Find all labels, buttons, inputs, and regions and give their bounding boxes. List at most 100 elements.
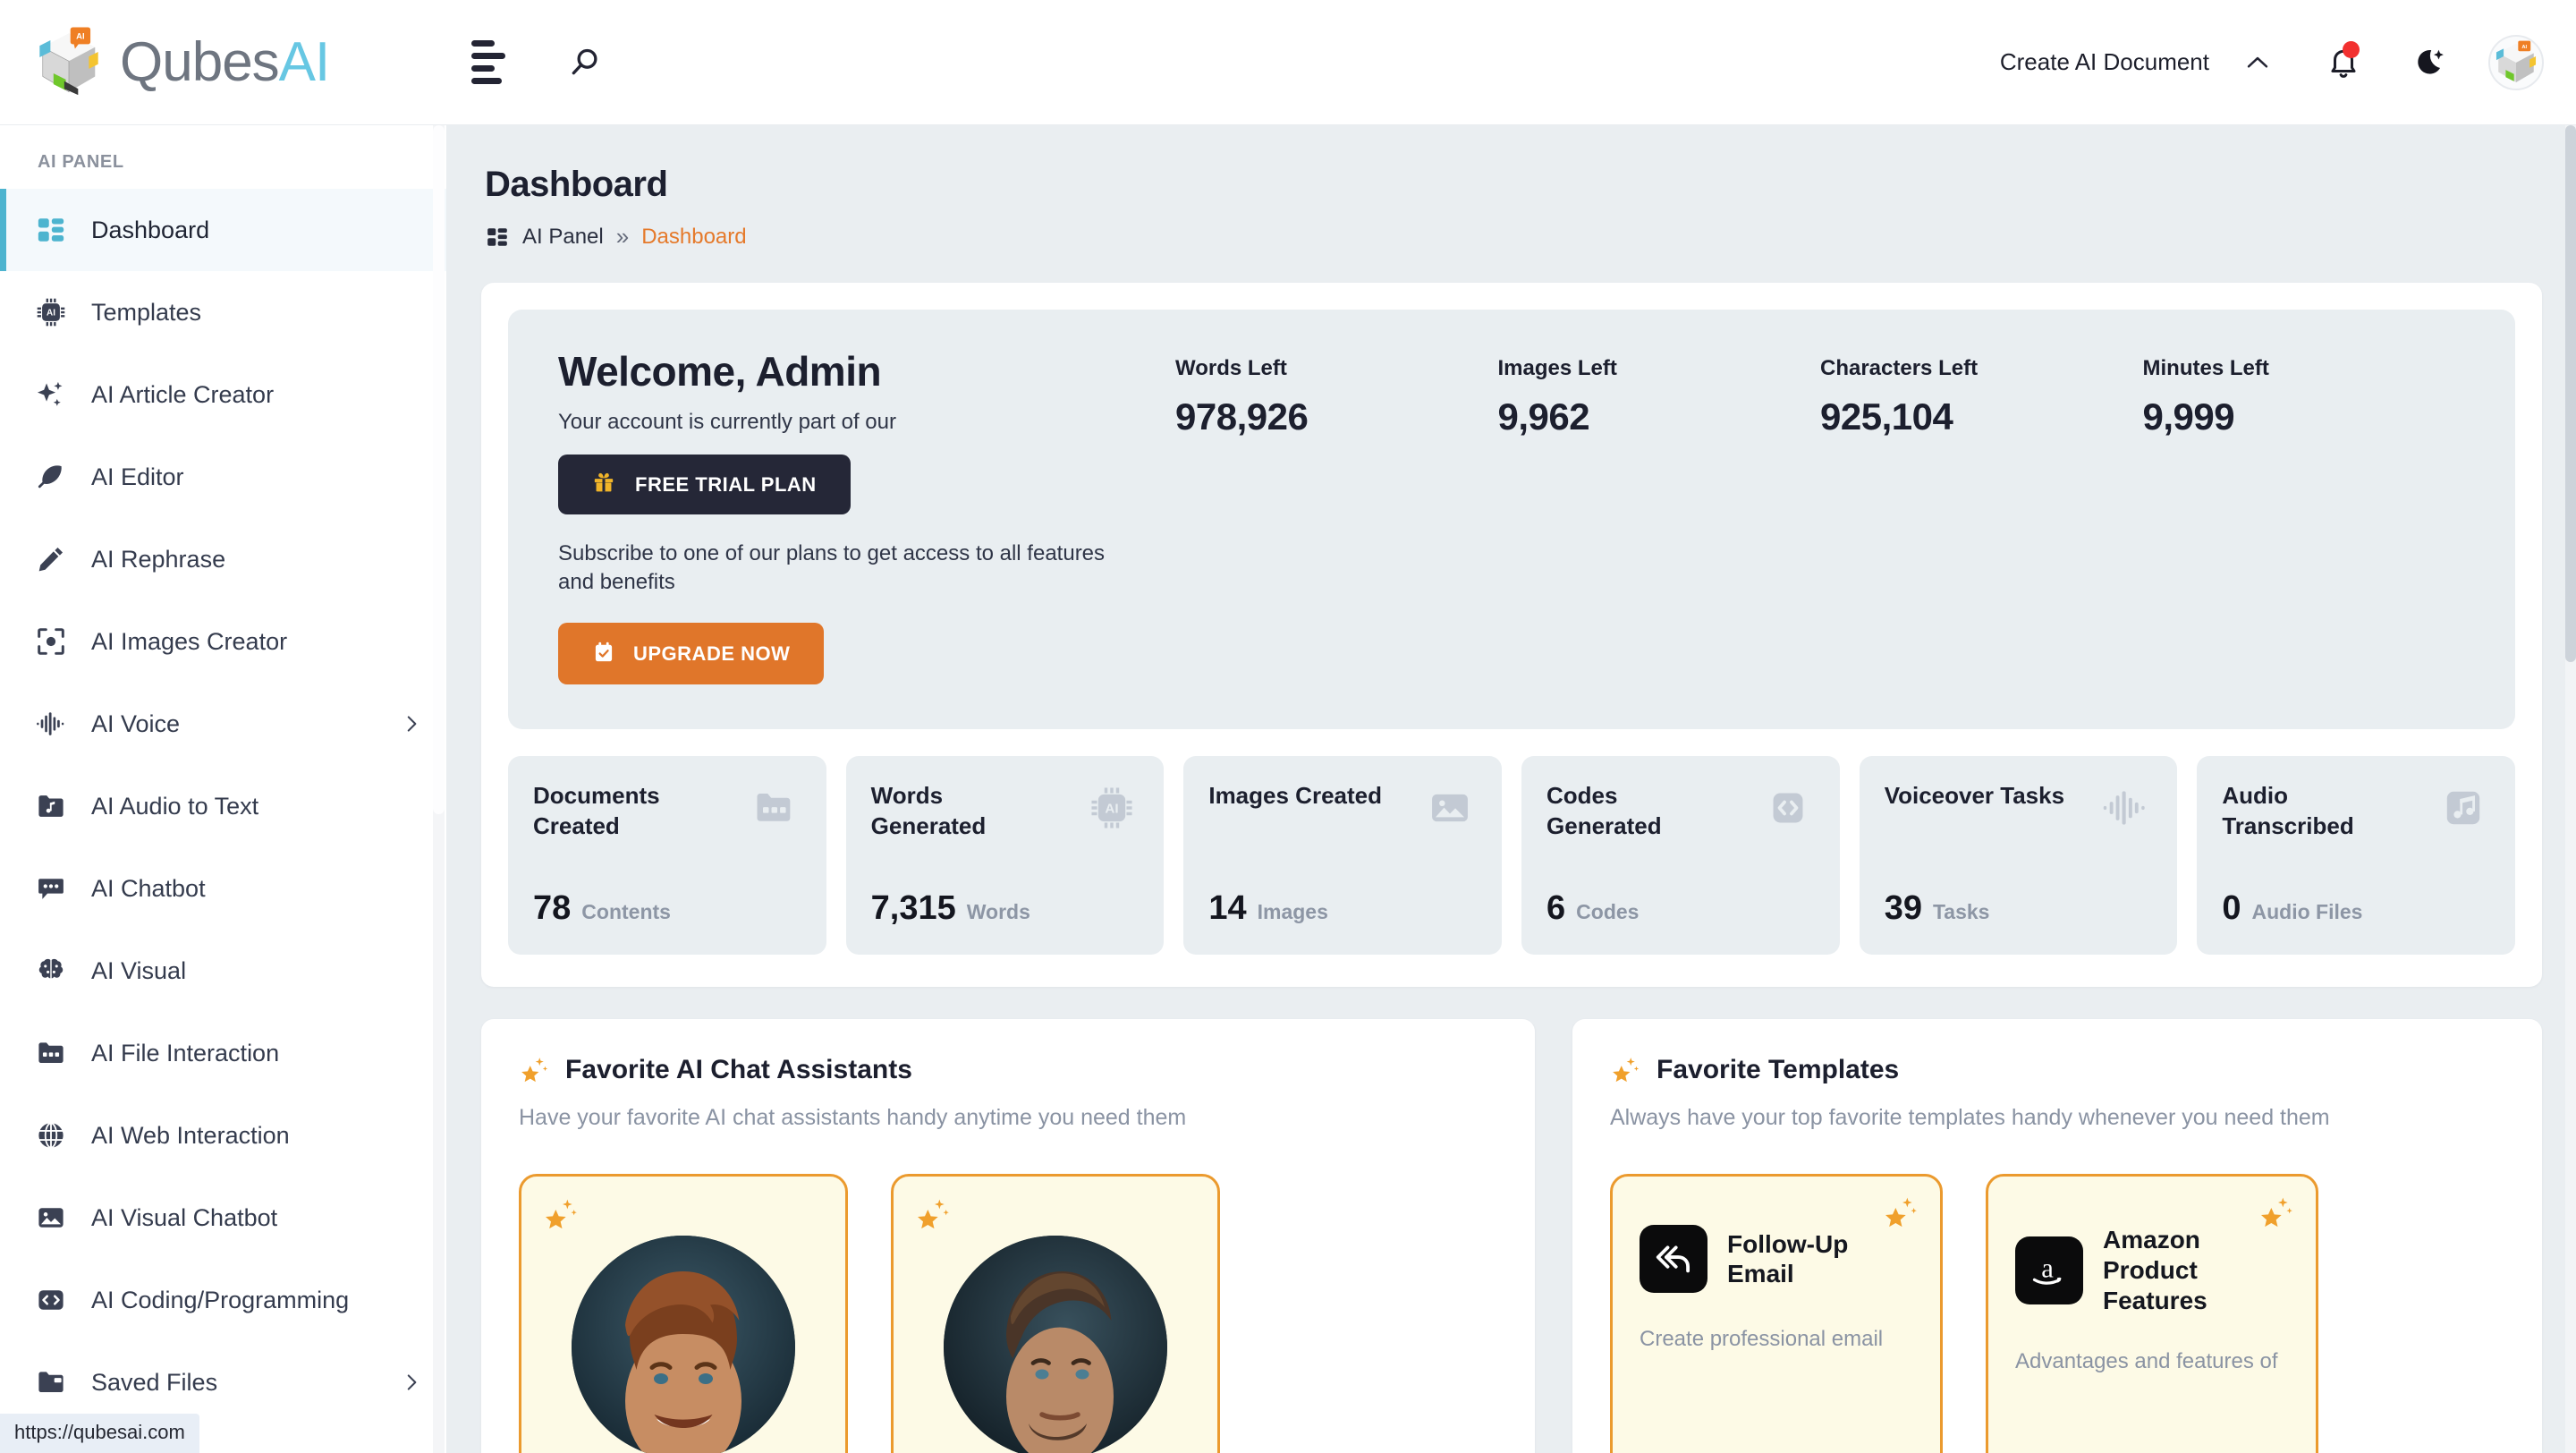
notifications-button[interactable] — [2301, 36, 2386, 89]
metric-name: Images Created — [1208, 782, 1382, 810]
brand-logo[interactable]: AI QubesAI — [0, 24, 447, 101]
assistant-card[interactable] — [519, 1174, 848, 1453]
metric-unit: Words — [966, 900, 1030, 924]
brand-name: QubesAI — [120, 34, 330, 90]
sidebar-item-ai-web-interaction[interactable]: AI Web Interaction — [0, 1094, 446, 1177]
sidebar-item-label: AI Chatbot — [91, 874, 206, 902]
create-ai-document-button[interactable]: Create AI Document — [1995, 48, 2215, 76]
template-name: Amazon Product Features — [2103, 1226, 2207, 1314]
sidebar-item-label: AI Audio to Text — [91, 792, 259, 820]
welcome-title: Welcome, Admin — [558, 348, 882, 395]
metric-card-documents-created[interactable]: Documents Created 78 Contents — [508, 756, 826, 956]
breadcrumb-root[interactable]: AI Panel — [522, 225, 604, 250]
favorite-templates-description: Always have your top favorite templates … — [1610, 1105, 2330, 1131]
metric-unit: Tasks — [1932, 900, 1990, 924]
quota-stat: Words Left 978,926 — [1175, 356, 1498, 438]
qubes-cube-logo: AI — [30, 24, 107, 101]
metric-card-words-generated[interactable]: Words Generated AI 7,315 Words — [845, 756, 1165, 956]
star-sparkle-icon — [915, 1196, 951, 1232]
chevron-up-icon[interactable] — [2215, 36, 2301, 89]
image-icon — [34, 1201, 68, 1235]
sidebar-item-label: AI Visual Chatbot — [91, 1203, 278, 1231]
metric-unit: Audio Files — [2251, 900, 2363, 924]
quota-stats: Words Left 978,926 Images Left 9,962 Cha… — [1175, 347, 2465, 438]
chevron-right-icon — [400, 1371, 423, 1394]
feather-icon — [34, 460, 68, 494]
svg-text:AI: AI — [2521, 44, 2527, 49]
user-avatar[interactable]: AI — [2488, 34, 2544, 90]
main-scrollbar[interactable] — [2565, 125, 2576, 1453]
sidebar-item-ai-editor[interactable]: AI Editor — [0, 436, 446, 518]
metric-value: 6 — [1546, 889, 1566, 928]
welcome-subtitle: Your account is currently part of our — [558, 410, 896, 434]
sidebar-item-label: AI Article Creator — [91, 380, 275, 408]
sidebar-item-templates[interactable]: AI Templates — [0, 271, 446, 353]
quota-stat: Minutes Left 9,999 — [2143, 356, 2466, 438]
sidebar-item-ai-voice[interactable]: AI Voice — [0, 683, 446, 765]
quota-stat-value: 925,104 — [1820, 395, 1953, 438]
sidebar-item-ai-images-creator[interactable]: AI Images Creator — [0, 600, 446, 683]
metric-card-audio-transcribed[interactable]: Audio Transcribed 0 Audio Files — [2197, 756, 2516, 956]
metric-card-images-created[interactable]: Images Created 14 Images — [1183, 756, 1503, 956]
metric-card-voiceover-tasks[interactable]: Voiceover Tasks 39 Tasks — [1859, 756, 2178, 956]
metric-name: Documents Created — [533, 782, 660, 840]
metric-card-codes-generated[interactable]: Codes Generated 6 Codes — [1521, 756, 1840, 956]
folder-dots-icon — [748, 781, 801, 835]
upgrade-now-button[interactable]: UPGRADE NOW — [558, 623, 825, 685]
sidebar-item-ai-visual[interactable]: AI Visual — [0, 930, 446, 1012]
chat-bubble-icon — [34, 871, 68, 905]
upgrade-now-label: UPGRADE NOW — [633, 642, 791, 665]
favorite-templates-panel: Favorite Templates Always have your top … — [1572, 1019, 2542, 1453]
favorite-templates-header: Favorite Templates — [1610, 1055, 2504, 1085]
amazon-icon: a — [2015, 1236, 2083, 1304]
sidebar-item-dashboard[interactable]: Dashboard — [0, 189, 446, 271]
svg-text:AI: AI — [47, 309, 55, 319]
star-sparkle-icon — [1883, 1194, 1919, 1230]
search-icon[interactable] — [560, 38, 610, 88]
favorite-assistants-title: Favorite AI Chat Assistants — [565, 1055, 912, 1085]
svg-text:a: a — [2041, 1253, 2054, 1283]
star-sparkle-icon — [543, 1196, 579, 1232]
sidebar-item-ai-chatbot[interactable]: AI Chatbot — [0, 847, 446, 930]
sidebar-item-label: Templates — [91, 298, 202, 326]
welcome-card: Welcome, Admin Your account is currently… — [508, 310, 2515, 730]
sidebar-item-ai-audio-to-text[interactable]: AI Audio to Text — [0, 765, 446, 847]
assistant-card[interactable] — [891, 1174, 1220, 1453]
template-card-amazon-product-features[interactable]: a Amazon Product Features Advantages and… — [1986, 1174, 2318, 1453]
sidebar-item-ai-article-creator[interactable]: AI Article Creator — [0, 353, 446, 436]
sidebar-item-label: Saved Files — [91, 1368, 218, 1396]
sidebar-item-ai-rephrase[interactable]: AI Rephrase — [0, 518, 446, 600]
quota-stat-label: Minutes Left — [2142, 356, 2269, 380]
code-brackets-icon — [1761, 781, 1815, 835]
sidebar-scrollbar[interactable] — [433, 125, 445, 1453]
sidebar-item-saved-files[interactable]: Saved Files — [0, 1341, 446, 1423]
sidebar-scrollbar-thumb[interactable] — [433, 125, 445, 814]
quota-stat: Characters Left 925,104 — [1820, 356, 2143, 438]
quota-stat-value: 9,962 — [1497, 395, 1590, 438]
sidebar-item-label: AI Coding/Programming — [91, 1286, 350, 1313]
code-brackets-icon — [34, 1283, 68, 1317]
brain-icon — [34, 954, 68, 988]
favorites-row: Favorite AI Chat Assistants Have your fa… — [481, 1019, 2542, 1453]
favorite-assistants-panel: Favorite AI Chat Assistants Have your fa… — [481, 1019, 1535, 1453]
top-header: AI QubesAI Create AI Document AI — [0, 0, 2576, 125]
hamburger-menu-icon[interactable] — [463, 38, 513, 88]
metric-cards: Documents Created 78 Contents Words Gene… — [481, 756, 2542, 987]
free-trial-plan-badge[interactable]: FREE TRIAL PLAN — [558, 455, 851, 514]
sidebar-item-ai-file-interaction[interactable]: AI File Interaction — [0, 1012, 446, 1094]
main-scrollbar-thumb[interactable] — [2565, 125, 2576, 662]
sidebar-item-ai-coding-programming[interactable]: AI Coding/Programming — [0, 1259, 446, 1341]
metric-value: 78 — [533, 889, 572, 928]
template-card-follow-up-email[interactable]: Follow-Up Email Create professional emai… — [1610, 1174, 1943, 1453]
favorite-assistant-cards — [519, 1174, 1497, 1453]
metric-name: Words Generated — [870, 782, 987, 840]
template-header: Follow-Up Email — [1640, 1225, 1913, 1294]
folder-music-icon — [34, 789, 68, 823]
sidebar-item-label: AI Web Interaction — [91, 1121, 290, 1149]
svg-text:AI: AI — [1106, 802, 1119, 817]
welcome-wrapper: Welcome, Admin Your account is currently… — [481, 283, 2542, 756]
metric-name: Voiceover Tasks — [1884, 782, 2065, 810]
dark-mode-toggle[interactable] — [2386, 36, 2472, 89]
favorite-template-cards: Follow-Up Email Create professional emai… — [1610, 1174, 2504, 1453]
sidebar-item-ai-visual-chatbot[interactable]: AI Visual Chatbot — [0, 1177, 446, 1259]
